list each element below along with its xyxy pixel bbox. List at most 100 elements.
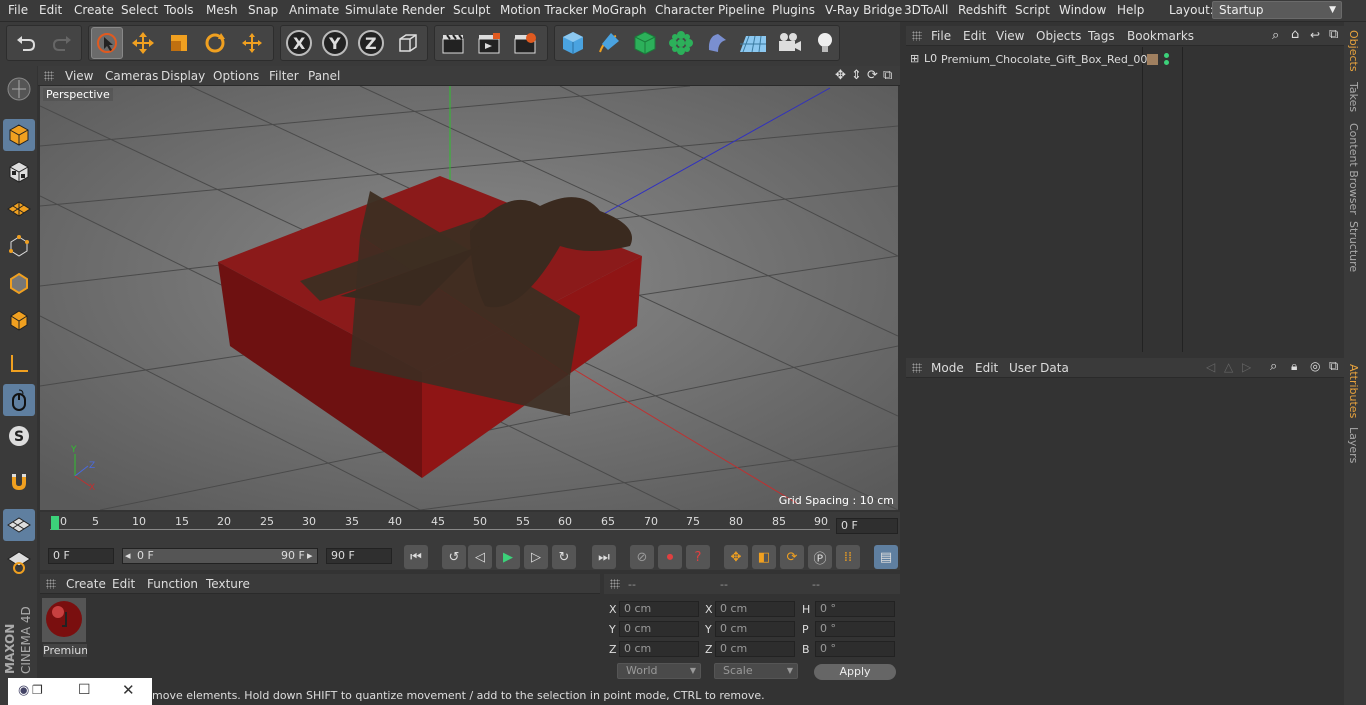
play-button[interactable]: ▶ [496,545,520,569]
points-mode-button[interactable] [3,230,35,262]
undo-button[interactable] [10,27,42,59]
orbit-icon[interactable]: ⟳ [867,68,878,83]
record-button[interactable]: ⏺ [658,545,682,569]
camera-button[interactable] [773,27,805,59]
x-axis-button[interactable]: X [283,27,315,59]
close-icon[interactable]: ✕ [122,681,135,699]
lock-icon[interactable]: 🔒︎ [1291,359,1297,374]
scale-button[interactable] [163,27,195,59]
polygons-mode-button[interactable] [3,304,35,336]
menu-pipeline[interactable]: Pipeline [718,3,765,17]
menu-simulate[interactable]: Simulate [345,3,398,17]
drag-grip-icon[interactable] [610,579,620,589]
key-position-button[interactable]: ✥ [724,545,748,569]
layer-color-swatch[interactable] [1147,54,1158,65]
go-to-end-button[interactable]: ⏭ [592,545,616,569]
render-settings-button[interactable] [509,27,541,59]
object-menu-bookmarks[interactable]: Bookmarks [1127,29,1194,43]
maximize-view-icon[interactable]: ⧉ [883,68,892,83]
next-frame-button[interactable]: ▷ [524,545,548,569]
position-y-field[interactable]: 0 cm [619,621,699,637]
menu-character[interactable]: Character [655,3,714,17]
tab-takes[interactable]: Takes [1347,82,1360,112]
menu-tools[interactable]: Tools [164,3,194,17]
redo-button[interactable] [46,27,78,59]
viewport-menu-cameras[interactable]: Cameras [105,69,158,83]
timeline-window-button[interactable]: ▤ [874,545,898,569]
restore-icon[interactable]: ❐ [32,683,43,697]
tab-attributes[interactable]: Attributes [1347,364,1360,418]
next-key-button[interactable]: ↻ [552,545,576,569]
go-to-start-button[interactable]: ⏮ [404,545,428,569]
drag-grip-icon[interactable] [46,579,56,589]
rotate-button[interactable] [199,27,231,59]
position-z-field[interactable]: 0 cm [619,641,699,657]
workplane-snap-button[interactable] [3,509,35,541]
render-visibility-dot[interactable] [1164,60,1169,65]
tweak-mode-button[interactable] [3,384,35,416]
expand-icon[interactable]: ⊞ [910,52,919,65]
attributes-menu-edit[interactable]: Edit [975,361,998,375]
tab-objects[interactable]: Objects [1347,30,1360,72]
object-menu-edit[interactable]: Edit [963,29,986,43]
material-swatch[interactable]: Premium [42,598,87,657]
end-frame-field[interactable]: 90 F [326,548,392,564]
menu-redshift[interactable]: Redshift [958,3,1007,17]
object-row[interactable]: ⊞ L0 Premium_Chocolate_Gift_Box_Red_001 [908,52,1154,68]
pen-button[interactable] [593,27,625,59]
deformer-button[interactable] [701,27,733,59]
material-menu-texture[interactable]: Texture [206,577,250,591]
menu-script[interactable]: Script [1015,3,1050,17]
menu-motion-tracker[interactable]: Motion Tracker [500,3,588,17]
viewport-menu-view[interactable]: View [65,69,93,83]
size-z-field[interactable]: 0 cm [715,641,795,657]
current-frame-field[interactable]: 0 F [836,518,898,534]
timeline-ruler[interactable]: 0 5 10 15 20 25 30 35 40 45 50 55 60 65 … [40,512,900,544]
floor-button[interactable] [737,27,769,59]
attributes-menu-mode[interactable]: Mode [931,361,964,375]
attributes-menu-user-data[interactable]: User Data [1009,361,1069,375]
axis-mode-button[interactable] [3,348,35,380]
layout-select[interactable]: Startup ▼ [1212,1,1342,19]
menu-animate[interactable]: Animate [289,3,339,17]
menu-sculpt[interactable]: Sculpt [453,3,490,17]
new-window-icon[interactable]: ⧉ [1329,359,1338,374]
pan-icon[interactable]: ✥ [835,68,846,83]
material-menu-function[interactable]: Function [147,577,198,591]
up-arrow-icon[interactable]: △ [1224,360,1233,374]
position-x-field[interactable]: 0 cm [619,601,699,617]
object-menu-file[interactable]: File [931,29,951,43]
viewport-perspective[interactable]: Y Z X Perspective Grid Spacing : 10 cm [40,86,898,510]
search-icon[interactable]: ⌕ [1270,359,1277,374]
editor-visibility-dot[interactable] [1164,53,1169,58]
start-frame-field[interactable]: 0 F [48,548,114,564]
frame-range-slider[interactable]: ◂ 0 F 90 F ▸ [122,548,318,564]
transform-button[interactable] [236,27,268,59]
viewport-menu-filter[interactable]: Filter [269,69,299,83]
menu-snap[interactable]: Snap [248,3,278,17]
coordinate-mode-select[interactable]: World ▼ [617,663,701,679]
maximize-icon[interactable]: ☐ [78,682,91,698]
record-off-button[interactable]: ⊘ [630,545,654,569]
coordinate-system-button[interactable] [392,27,424,59]
render-picture-viewer-button[interactable] [473,27,505,59]
key-parameter-button[interactable]: Ⓟ [808,545,832,569]
object-menu-objects[interactable]: Objects [1036,29,1081,43]
menu-3dtoall[interactable]: 3DToAll [904,3,948,17]
material-menu-edit[interactable]: Edit [112,577,135,591]
autokey-button[interactable]: ? [686,545,710,569]
menu-help[interactable]: Help [1117,3,1144,17]
model-mode-button[interactable] [3,119,35,151]
make-editable-button[interactable] [3,73,35,105]
search-icon[interactable]: ⌕ [1272,28,1279,43]
forward-arrow-icon[interactable]: ▷ [1242,360,1251,374]
menu-create[interactable]: Create [74,3,114,17]
snap-button[interactable] [3,466,35,498]
drag-grip-icon[interactable] [912,363,922,373]
tab-layers[interactable]: Layers [1347,427,1360,463]
cube-button[interactable] [557,27,589,59]
key-scale-button[interactable]: ◧ [752,545,776,569]
rotation-p-field[interactable]: 0 ° [815,621,895,637]
render-view-button[interactable] [437,27,469,59]
object-menu-view[interactable]: View [996,29,1024,43]
